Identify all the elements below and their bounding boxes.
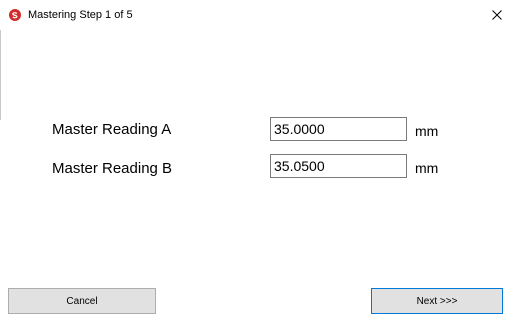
window-title: Mastering Step 1 of 5 xyxy=(28,9,133,21)
master-reading-a-label: Master Reading A xyxy=(52,121,172,138)
master-reading-b-field[interactable]: 35.0500 xyxy=(270,154,407,178)
cancel-button[interactable]: Cancel xyxy=(8,288,156,314)
window-edge xyxy=(0,30,1,120)
mastering-dialog: Mastering Step 1 of 5 Master Reading A 3… xyxy=(0,0,512,321)
cancel-button-label: Cancel xyxy=(66,295,98,307)
master-reading-b-unit: mm xyxy=(415,160,439,176)
next-button-label: Next >>> xyxy=(416,295,458,307)
close-icon xyxy=(492,10,502,20)
next-button[interactable]: Next >>> xyxy=(371,288,503,314)
app-logo-icon xyxy=(9,9,21,21)
master-reading-b-label: Master Reading B xyxy=(52,160,173,177)
master-reading-a-unit: mm xyxy=(415,123,439,139)
master-reading-a-field[interactable]: 35.0000 xyxy=(270,117,407,141)
title-bar[interactable]: Mastering Step 1 of 5 xyxy=(0,0,512,30)
close-button[interactable] xyxy=(482,0,512,30)
